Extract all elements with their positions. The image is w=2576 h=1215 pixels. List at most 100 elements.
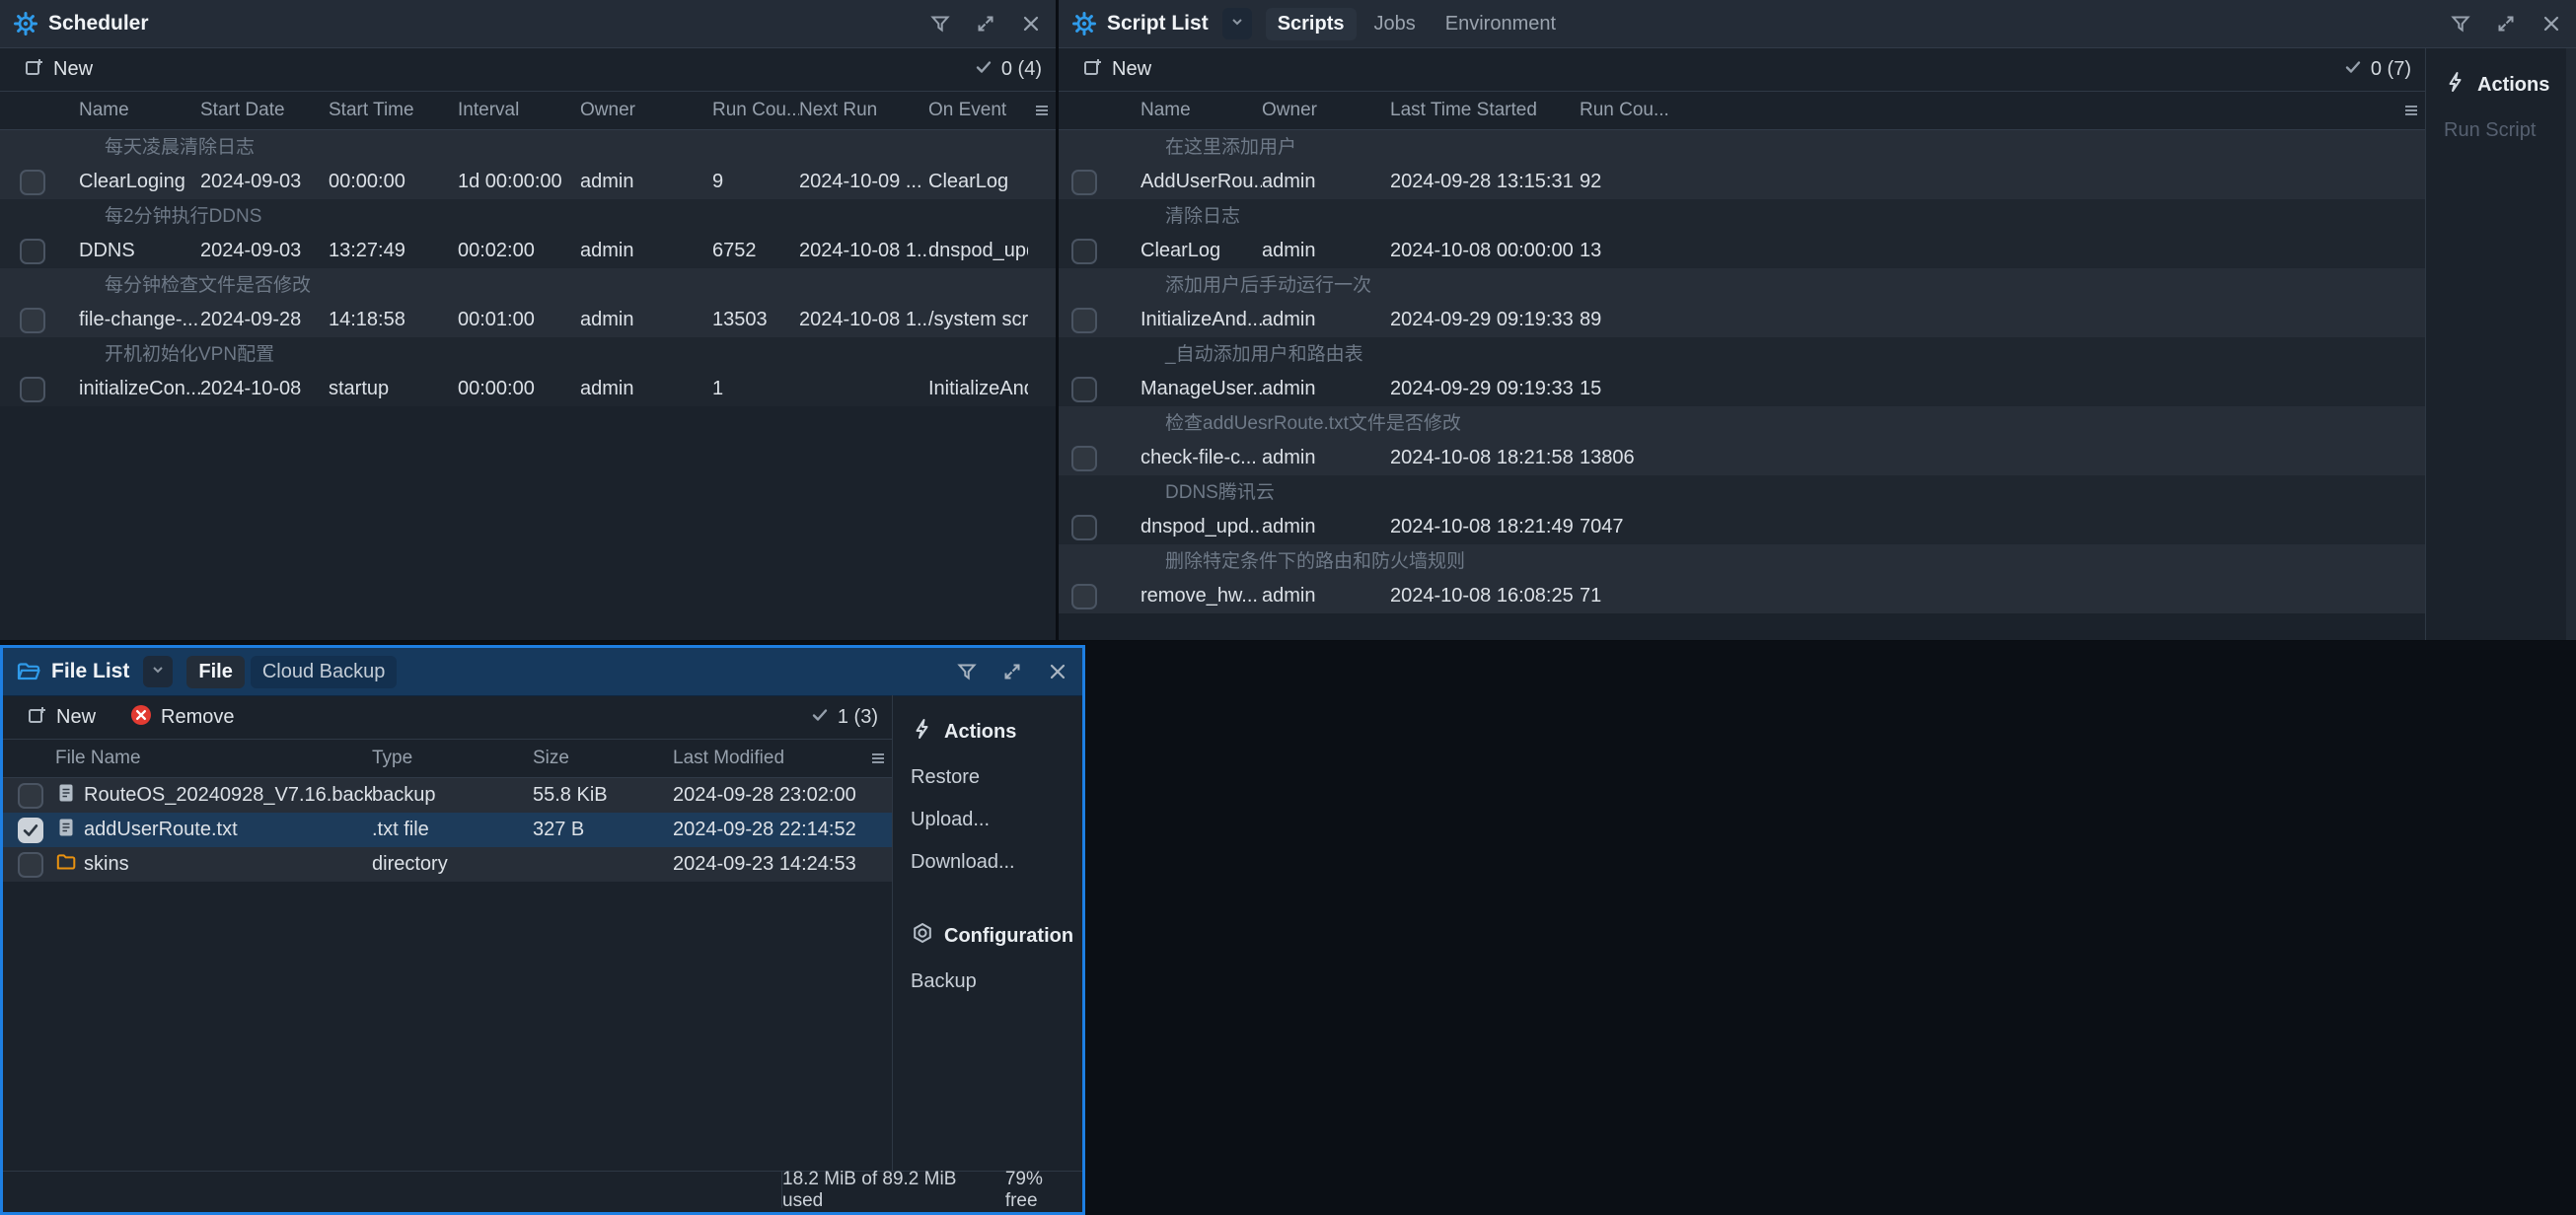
table-row[interactable]: InitializeAnd...admin2024-09-29 09:19:33… [1059,303,2425,337]
window-menu-button[interactable] [143,656,173,687]
row-checkbox[interactable] [18,818,43,843]
run-script-action[interactable]: Run Script [2444,119,2566,142]
row-checkbox[interactable] [18,783,43,809]
table-row[interactable]: ClearLoging2024-09-0300:00:001d 00:00:00… [0,165,1056,199]
table-row[interactable]: RouteOS_20240928_V7.16.backupbackup55.8 … [3,778,892,813]
check-icon [2344,58,2362,82]
row-checkbox[interactable] [1071,308,1097,333]
row-cell: 71 [1580,585,1749,608]
table-row-comment[interactable]: 开机初始化VPN配置 [0,337,1056,372]
new-button[interactable]: New [24,56,93,84]
row-checkbox[interactable] [20,377,45,402]
close-icon[interactable] [1047,661,1068,682]
filter-icon[interactable] [956,661,978,682]
tab-scripts[interactable]: Scripts [1266,8,1357,40]
configuration-section-title: Configuration [911,921,1082,951]
tab-file[interactable]: File [186,656,244,688]
table-row[interactable]: dnspod_upd...admin2024-10-08 18:21:49704… [1059,510,2425,544]
columns-menu-icon[interactable] [864,750,892,767]
table-row-comment[interactable]: 每2分钟执行DDNS [0,199,1056,234]
row-checkbox[interactable] [20,170,45,195]
download-action[interactable]: Download... [911,851,1082,874]
table-row[interactable]: AddUserRou...admin2024-09-28 13:15:3192 [1059,165,2425,199]
actions-section-title: Actions [2444,70,2566,100]
script-list-tabs: Scripts Jobs Environment [1266,8,1568,40]
column-header-on-event[interactable]: On Event [928,100,1028,121]
window-menu-button[interactable] [1222,8,1252,39]
table-row-comment[interactable]: DDNS腾讯云 [1059,475,2425,510]
table-row[interactable]: ManageUser...admin2024-09-29 09:19:3315 [1059,372,2425,406]
column-header-next-run[interactable]: Next Run [799,100,928,121]
close-icon[interactable] [1020,13,1042,35]
column-header-run-count[interactable]: Run Cou... [1580,100,1749,121]
tab-cloud-backup[interactable]: Cloud Backup [251,656,398,688]
row-checkbox[interactable] [1071,515,1097,540]
table-row[interactable]: remove_hw...admin2024-10-08 16:08:2571 [1059,579,2425,613]
scheduler-window: Scheduler New 0 (4) Name Start Date Star… [0,0,1056,640]
column-header-start-date[interactable]: Start Date [200,100,329,121]
scheduler-table-header: Name Start Date Start Time Interval Owne… [0,92,1056,130]
row-cell: 13 [1580,240,1749,262]
row-checkbox[interactable] [20,308,45,333]
remove-button[interactable]: Remove [129,703,234,733]
new-button[interactable]: New [1082,56,1151,84]
column-header-owner[interactable]: Owner [580,100,712,121]
table-row-comment[interactable]: 每天凌晨清除日志 [0,130,1056,165]
column-header-name[interactable]: Name [79,100,200,121]
column-header-interval[interactable]: Interval [458,100,580,121]
table-row[interactable]: ClearLogadmin2024-10-08 00:00:0013 [1059,234,2425,268]
restore-action[interactable]: Restore [911,766,1082,789]
backup-action[interactable]: Backup [911,970,1082,993]
table-row-comment[interactable]: 在这里添加用户 [1059,130,2425,165]
row-checkbox[interactable] [1071,377,1097,402]
table-row-comment[interactable]: 清除日志 [1059,199,2425,234]
row-cell: 13806 [1580,447,1749,469]
new-button[interactable]: New [27,704,96,732]
filter-icon[interactable] [2450,13,2471,35]
column-header-file-name[interactable]: File Name [55,748,372,769]
expand-icon[interactable] [2495,13,2517,35]
column-header-type[interactable]: Type [372,748,533,769]
table-row-comment[interactable]: 每分钟检查文件是否修改 [0,268,1056,303]
tab-environment[interactable]: Environment [1434,8,1568,40]
table-row-comment[interactable]: 检查addUesrRoute.txt文件是否修改 [1059,406,2425,441]
row-checkbox[interactable] [18,852,43,878]
columns-menu-icon[interactable] [1028,102,1056,119]
row-checkbox[interactable] [1071,584,1097,609]
table-row-comment[interactable]: 添加用户后手动运行一次 [1059,268,2425,303]
row-cell: directory [372,853,533,876]
table-row-comment[interactable]: _自动添加用户和路由表 [1059,337,2425,372]
column-header-size[interactable]: Size [533,748,673,769]
row-checkbox[interactable] [1071,170,1097,195]
close-icon[interactable] [2540,13,2562,35]
row-checkbox[interactable] [1071,446,1097,471]
storage-usage: 18.2 MiB of 89.2 MiB used [782,1169,980,1212]
table-row-comment[interactable]: 删除特定条件下的路由和防火墙规则 [1059,544,2425,579]
tab-jobs[interactable]: Jobs [1362,8,1428,40]
row-checkbox[interactable] [20,239,45,264]
columns-menu-icon[interactable] [2397,102,2425,119]
column-header-owner[interactable]: Owner [1262,100,1390,121]
row-cell: 2024-10-08 18:21:49 [1390,516,1580,538]
column-header-name[interactable]: Name [1141,100,1262,121]
table-row[interactable]: initializeCon...2024-10-08startup00:00:0… [0,372,1056,406]
scrollbar-track[interactable] [2566,48,2576,640]
column-header-last-time-started[interactable]: Last Time Started [1390,100,1580,121]
row-cell: 1d 00:00:00 [458,171,580,193]
row-checkbox[interactable] [1071,239,1097,264]
row-name-cell: check-file-c... [1141,447,1262,469]
row-name-cell: DDNS [79,240,200,262]
table-row[interactable]: file-change-...2024-09-2814:18:5800:01:0… [0,303,1056,337]
column-header-last-modified[interactable]: Last Modified [673,748,864,769]
table-row[interactable]: DDNS2024-09-0313:27:4900:02:00admin67522… [0,234,1056,268]
table-row[interactable]: check-file-c...admin2024-10-08 18:21:581… [1059,441,2425,475]
upload-action[interactable]: Upload... [911,809,1082,831]
expand-icon[interactable] [1001,661,1023,682]
expand-icon[interactable] [975,13,996,35]
column-header-run-count[interactable]: Run Cou... [712,100,799,121]
filter-icon[interactable] [929,13,951,35]
table-row[interactable]: skinsdirectory2024-09-23 14:24:53 [3,847,892,882]
column-header-start-time[interactable]: Start Time [329,100,458,121]
table-row[interactable]: addUserRoute.txt.txt file327 B2024-09-28… [3,813,892,847]
row-cell: /system scri... [928,309,1028,331]
